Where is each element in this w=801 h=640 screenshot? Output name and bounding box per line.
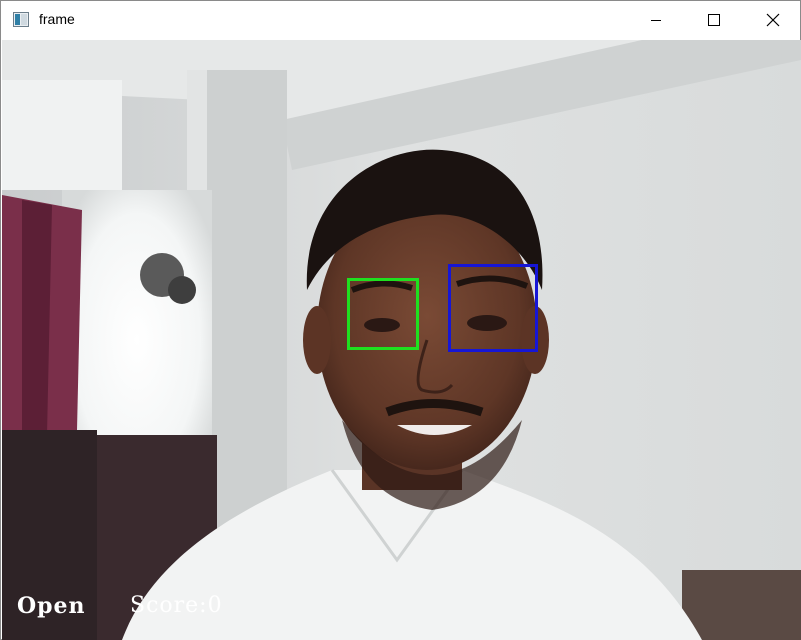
camera-frame: Open Score:0: [2, 40, 801, 640]
maximize-icon: [708, 14, 720, 26]
minimize-button[interactable]: [633, 1, 679, 39]
window-title: frame: [39, 11, 75, 27]
score-label: Score:0: [130, 593, 223, 618]
left-eye-detection-box: [347, 278, 419, 350]
minimize-icon: [651, 20, 661, 21]
eye-status-label: Open: [17, 593, 86, 619]
right-eye-detection-box: [448, 264, 538, 352]
app-window-icon: [13, 12, 29, 27]
title-bar[interactable]: frame: [1, 1, 800, 39]
maximize-button[interactable]: [691, 1, 737, 39]
app-window: frame Open Score:0: [0, 0, 801, 640]
close-button[interactable]: [750, 1, 796, 39]
close-icon: [766, 13, 780, 27]
